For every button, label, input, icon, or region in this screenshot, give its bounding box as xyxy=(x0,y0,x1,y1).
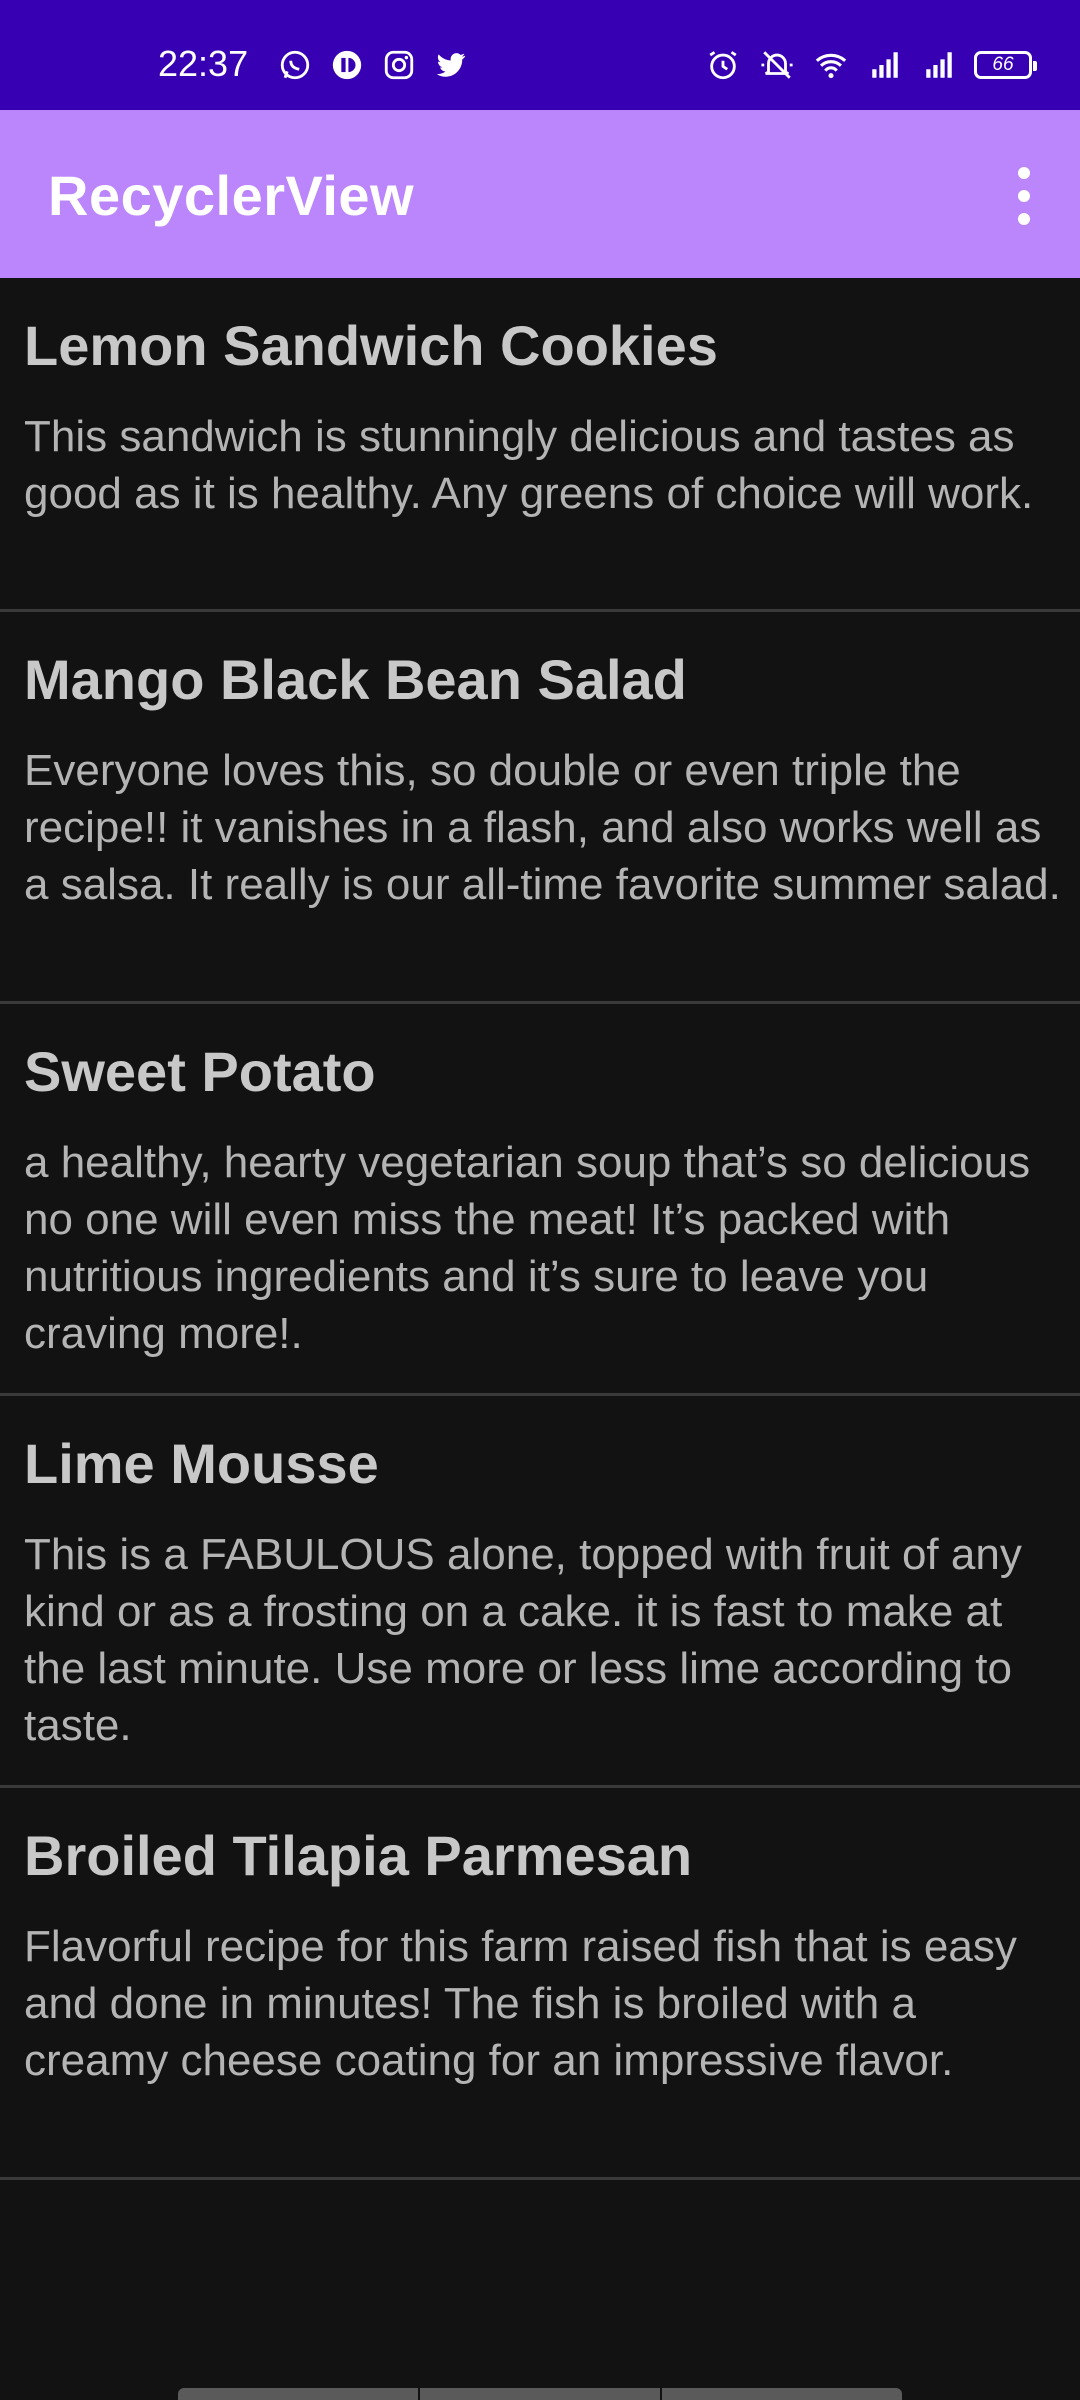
wifi-icon xyxy=(815,53,847,79)
messenger-icon xyxy=(332,50,362,80)
list-item[interactable]: Sweet Potato a healthy, hearty vegetaria… xyxy=(0,1004,1080,1396)
app-title: RecyclerView xyxy=(48,164,415,227)
whatsapp-icon xyxy=(280,50,310,80)
gesture-nav-handle[interactable] xyxy=(178,2388,902,2400)
recipe-title: Broiled Tilapia Parmesan xyxy=(24,1824,693,1887)
twitter-icon xyxy=(436,53,466,77)
recipe-title: Lime Mousse xyxy=(24,1432,379,1495)
status-bar: 22:37 66 xyxy=(0,0,1080,110)
list-item[interactable]: Lime Mousse This is a FABULOUS alone, to… xyxy=(0,1396,1080,1788)
instagram-icon xyxy=(384,50,414,80)
nav-handle-segment xyxy=(420,2388,662,2400)
battery-icon: 66 xyxy=(974,51,1037,79)
list-item[interactable]: Broiled Tilapia Parmesan Flavorful recip… xyxy=(0,1788,1080,2180)
recipe-description: This sandwich is stunningly delicious an… xyxy=(24,412,1034,518)
mute-icon xyxy=(761,51,793,79)
system-icons: 66 xyxy=(704,48,1037,82)
recipe-title: Lemon Sandwich Cookies xyxy=(24,314,718,377)
more-vert-icon xyxy=(1018,167,1030,179)
recipe-description: a healthy, hearty vegetarian soup that’s… xyxy=(24,1138,1031,1358)
list-item[interactable]: Lemon Sandwich Cookies This sandwich is … xyxy=(0,278,1080,612)
app-bar: RecyclerView xyxy=(0,110,1080,278)
nav-handle-segment xyxy=(662,2388,902,2400)
recipe-title: Sweet Potato xyxy=(24,1040,376,1103)
alarm-icon xyxy=(709,51,737,80)
signal-icon xyxy=(872,52,898,78)
notification-icons xyxy=(276,48,470,82)
recipe-description: Flavorful recipe for this farm raised fi… xyxy=(24,1922,1017,2085)
recipe-list[interactable]: Lemon Sandwich Cookies This sandwich is … xyxy=(0,278,1080,2180)
overflow-menu-button[interactable] xyxy=(988,154,1060,238)
list-item[interactable]: Mango Black Bean Salad Everyone loves th… xyxy=(0,612,1080,1004)
more-vert-icon xyxy=(1018,190,1030,202)
battery-level: 66 xyxy=(992,54,1014,75)
status-time: 22:37 xyxy=(158,43,249,84)
recipe-description: Everyone loves this, so double or even t… xyxy=(24,746,1061,909)
nav-handle-segment xyxy=(178,2388,420,2400)
recipe-description: This is a FABULOUS alone, topped with fr… xyxy=(24,1530,1022,1750)
recipe-title: Mango Black Bean Salad xyxy=(24,648,687,711)
more-vert-icon xyxy=(1018,213,1030,225)
signal-icon xyxy=(926,52,952,78)
